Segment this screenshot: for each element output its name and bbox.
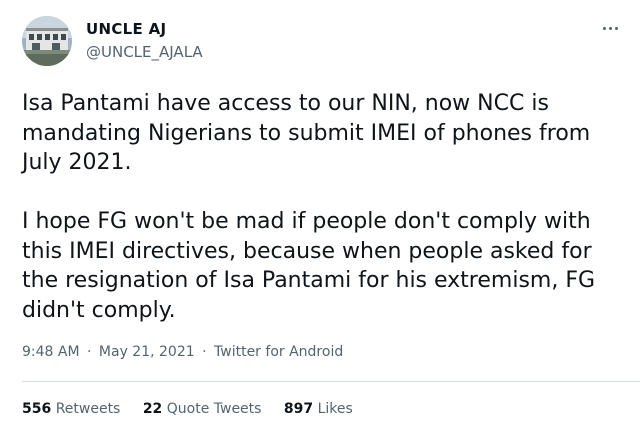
tweet-source[interactable]: Twitter for Android <box>214 344 343 360</box>
separator: · <box>87 344 92 360</box>
more-options-icon[interactable] <box>600 20 620 36</box>
quote-tweets-count: 22 <box>142 401 163 417</box>
tweet-paragraph: I hope FG won't be mad if people don't c… <box>22 209 596 323</box>
avatar[interactable] <box>22 16 72 66</box>
tweet-metadata: 9:48 AM · May 21, 2021 · Twitter for And… <box>22 344 343 360</box>
dot <box>614 26 618 30</box>
quote-tweets-label: Quote Tweets <box>166 401 262 417</box>
user-handle[interactable]: @UNCLE_AJALA <box>86 43 203 61</box>
tweet: UNCLE AJ @UNCLE_AJALA Isa Pantami have a… <box>0 0 640 421</box>
tweet-date[interactable]: May 21, 2021 <box>99 344 195 360</box>
likes-stat[interactable]: 897 Likes <box>284 401 353 417</box>
tweet-paragraph: Isa Pantami have access to our NIN, now … <box>22 91 591 175</box>
profile-photo-icon <box>22 16 72 66</box>
dot <box>602 26 606 30</box>
dot <box>608 26 612 30</box>
tweet-time[interactable]: 9:48 AM <box>22 344 80 360</box>
quote-tweets-stat[interactable]: 22 Quote Tweets <box>143 401 262 417</box>
retweets-count: 556 <box>22 401 52 417</box>
retweets-label: Retweets <box>55 401 121 417</box>
display-name[interactable]: UNCLE AJ <box>86 20 166 38</box>
tweet-text: Isa Pantami have access to our NIN, now … <box>22 89 628 325</box>
divider <box>22 381 640 382</box>
engagement-stats: 556 Retweets 22 Quote Tweets 897 Likes <box>22 401 371 417</box>
likes-label: Likes <box>317 401 353 417</box>
separator: · <box>202 344 207 360</box>
retweets-stat[interactable]: 556 Retweets <box>22 401 120 417</box>
likes-count: 897 <box>283 401 314 417</box>
